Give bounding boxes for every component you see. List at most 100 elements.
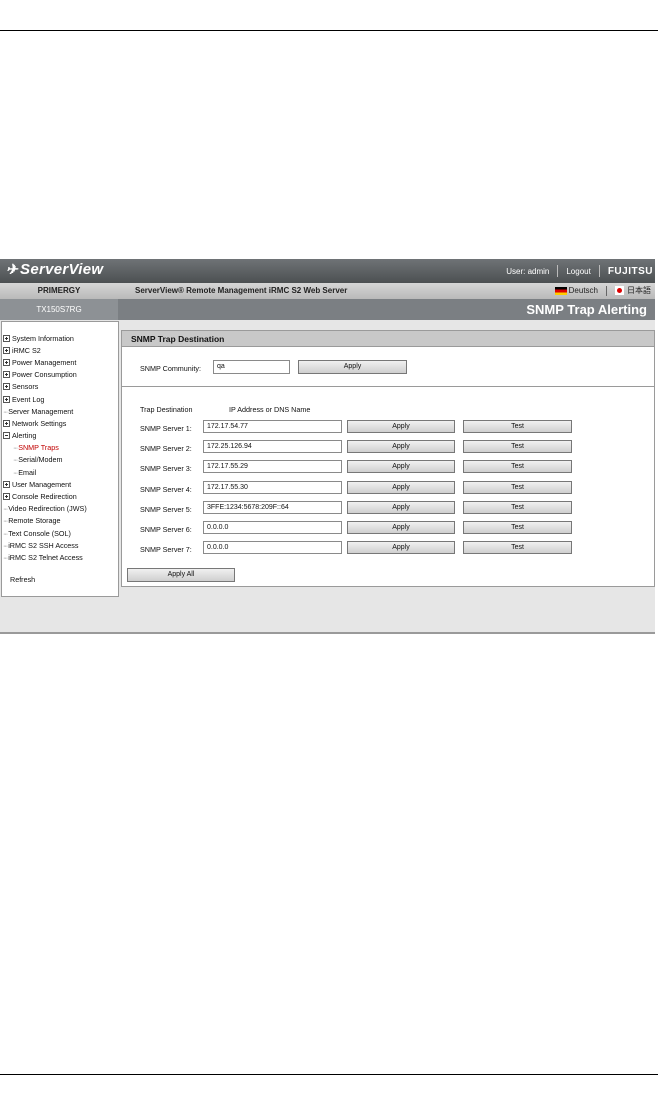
server-test-button[interactable]: Test (463, 460, 572, 474)
tree-line-icon: ··· (3, 516, 8, 526)
tree-line-icon: ··· (3, 406, 8, 416)
collapse-icon[interactable] (3, 432, 10, 440)
sidebar-item-label: iRMC S2 SSH Access (8, 540, 79, 550)
server-apply-button[interactable]: Apply (347, 500, 455, 514)
community-apply-button[interactable]: Apply (298, 360, 407, 374)
section-title: SNMP Trap Destination (122, 331, 654, 347)
divider (557, 265, 559, 277)
expand-icon[interactable] (3, 493, 10, 501)
sidebar-item-serial-modem[interactable]: ··· Serial/Modem (3, 454, 117, 466)
snmp-server-input[interactable]: 0.0.0.0 (203, 521, 342, 534)
expand-icon[interactable] (3, 358, 10, 366)
sidebar-item-label: User Management (12, 479, 72, 489)
expand-icon[interactable] (3, 346, 10, 354)
expand-icon[interactable] (3, 419, 10, 427)
snmp-server-label: SNMP Server 4: (140, 484, 192, 494)
sidebar-item-irmc-s2[interactable]: iRMC S2 (3, 344, 117, 356)
sidebar-item-remote-storage[interactable]: ··· Remote Storage (3, 515, 117, 527)
sidebar-item-label: Text Console (SOL) (8, 528, 71, 538)
snmp-server-label: SNMP Server 5: (140, 504, 192, 514)
server-apply-button[interactable]: Apply (347, 460, 455, 474)
snmp-server-row: SNMP Server 2: 172.25.126.94 Apply Test (122, 440, 654, 454)
sidebar-item-label: Email (18, 467, 37, 477)
sidebar-item-label: Event Log (12, 394, 45, 404)
sidebar-item-text-console-sol[interactable]: ··· Text Console (SOL) (3, 527, 117, 539)
expand-icon[interactable] (3, 383, 10, 391)
sidebar-item-user-management[interactable]: User Management (3, 478, 117, 490)
sidebar-item-snmp-traps[interactable]: ··· SNMP Traps (3, 442, 117, 454)
sidebar-item-system-information[interactable]: System Information (3, 332, 117, 344)
snmp-server-row: SNMP Server 3: 172.17.55.29 Apply Test (122, 460, 654, 474)
lang-japanese-link[interactable]: 日本語 (627, 285, 651, 296)
server-title: ServerView® Remote Management iRMC S2 We… (135, 286, 348, 295)
japanese-flag-icon[interactable] (615, 286, 624, 295)
fujitsu-logo: FUJITSU (607, 265, 653, 277)
snmp-server-label: SNMP Server 1: (140, 424, 192, 433)
server-apply-button[interactable]: Apply (347, 440, 455, 454)
server-model: TX150S7RG (0, 299, 118, 320)
logout-link[interactable]: Logout (566, 267, 590, 276)
sidebar-item-label: System Information (12, 333, 74, 343)
snmp-server-label: SNMP Server 6: (140, 525, 192, 534)
sidebar-item-label: Power Management (12, 357, 77, 367)
expand-icon[interactable] (3, 480, 10, 488)
top-bar: ✈ ServerView User: admin Logout FUJITSU (0, 259, 655, 283)
lang-deutsch-link[interactable]: Deutsch (569, 286, 598, 295)
expand-icon[interactable] (3, 371, 10, 379)
snmp-server-input[interactable]: 172.17.55.30 (203, 480, 342, 494)
server-apply-button[interactable]: Apply (347, 541, 455, 555)
apply-all-button[interactable]: Apply All (127, 568, 235, 582)
sidebar-item-console-redirection[interactable]: Console Redirection (3, 490, 117, 502)
sidebar-item-server-management[interactable]: ··· Server Management (3, 405, 117, 417)
snmp-server-label: SNMP Server 7: (140, 545, 192, 555)
tree-line-icon: ··· (13, 455, 18, 465)
sidebar-item-label: Network Settings (12, 418, 67, 428)
sidebar-item-power-management[interactable]: Power Management (3, 356, 117, 368)
logo-text: ServerView (20, 261, 104, 278)
expand-icon[interactable] (3, 395, 10, 403)
tree-line-icon: ··· (3, 540, 8, 550)
refresh-link[interactable]: Refresh (10, 575, 35, 584)
snmp-server-input[interactable]: 172.17.54.77 (203, 420, 342, 433)
server-apply-button[interactable]: Apply (347, 420, 455, 433)
sidebar-item-irmc-s2-ssh-access[interactable]: ··· iRMC S2 SSH Access (3, 539, 117, 551)
bottom-page-rule (0, 1074, 658, 1075)
sidebar-item-label: Serial/Modem (18, 455, 63, 465)
server-apply-button[interactable]: Apply (347, 480, 455, 494)
sidebar-item-sensors[interactable]: Sensors (3, 381, 117, 393)
page-title: SNMP Trap Alerting (526, 302, 647, 317)
serverview-swoosh-icon: ✈ (6, 261, 19, 277)
sidebar-item-network-settings[interactable]: Network Settings (3, 417, 117, 429)
sidebar-item-video-redirection-jws[interactable]: ··· Video Redirection (JWS) (3, 503, 117, 515)
language-switcher: Deutsch 日本語 (554, 285, 651, 296)
divider (606, 285, 607, 296)
expand-icon[interactable] (3, 334, 10, 342)
snmp-server-row: SNMP Server 5: 3FFE:1234:5678:209F::64 App… (122, 500, 654, 515)
sidebar-item-event-log[interactable]: Event Log (3, 393, 117, 405)
sidebar-item-power-consumption[interactable]: Power Consumption (3, 369, 117, 381)
product-name: PRIMERGY (37, 286, 81, 295)
tree-line-icon: ··· (3, 504, 8, 514)
snmp-community-label: SNMP Community: (140, 364, 201, 373)
snmp-server-input[interactable]: 0.0.0.0 (203, 541, 342, 555)
snmp-server-label: SNMP Server 3: (140, 464, 192, 474)
snmp-server-label: SNMP Server 2: (140, 444, 192, 454)
snmp-community-input[interactable]: qa (213, 360, 290, 374)
sidebar-item-alerting[interactable]: Alerting (3, 430, 117, 442)
sidebar-item-email[interactable]: ··· Email (3, 466, 117, 478)
server-test-button[interactable]: Test (463, 521, 572, 534)
server-test-button[interactable]: Test (463, 480, 572, 494)
sidebar-item-irmc-s2-telnet-access[interactable]: ··· iRMC S2 Telnet Access (3, 551, 117, 563)
tree-line-icon: ··· (13, 467, 18, 477)
snmp-server-input[interactable]: 3FFE:1234:5678:209F::64 (203, 500, 342, 514)
server-test-button[interactable]: Test (463, 541, 572, 555)
server-test-button[interactable]: Test (463, 440, 572, 454)
snmp-server-input[interactable]: 172.17.55.29 (203, 460, 342, 474)
server-apply-button[interactable]: Apply (347, 521, 455, 534)
snmp-server-input[interactable]: 172.25.126.94 (203, 440, 342, 454)
german-flag-icon[interactable] (554, 286, 567, 295)
server-test-button[interactable]: Test (463, 500, 572, 514)
page-header-bar: TX150S7RG SNMP Trap Alerting (0, 299, 655, 320)
server-test-button[interactable]: Test (463, 420, 572, 433)
sidebar-item-label: iRMC S2 (12, 345, 41, 355)
